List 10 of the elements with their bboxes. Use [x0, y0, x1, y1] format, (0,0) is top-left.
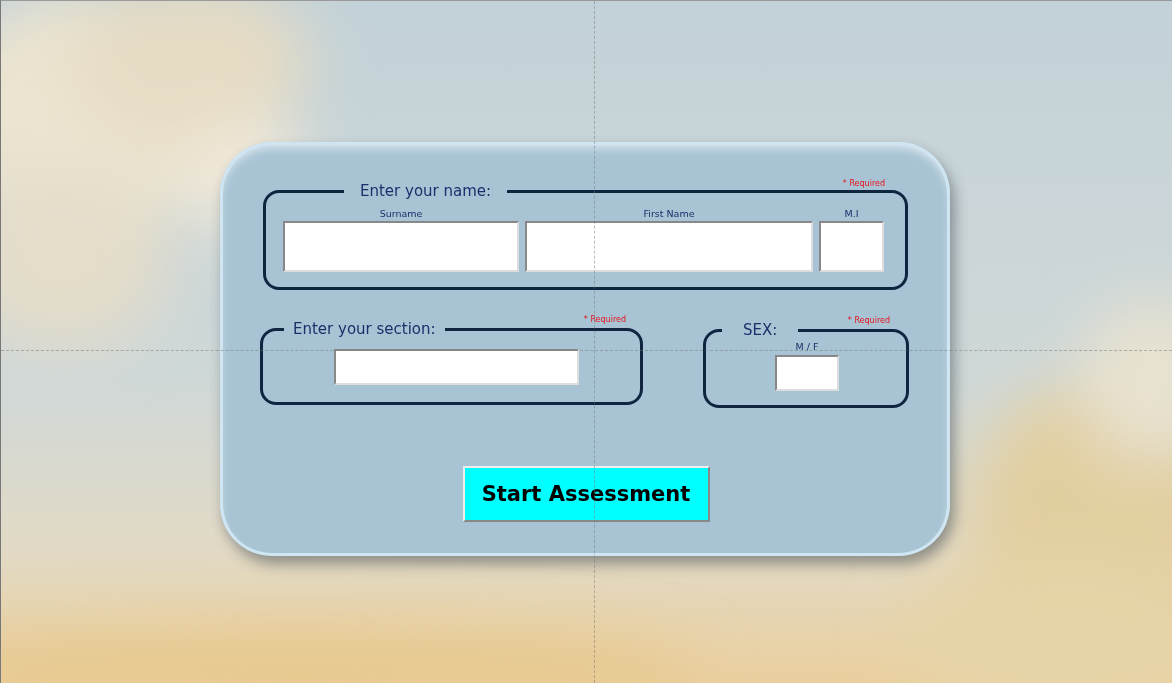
group-legend: Enter your name: — [344, 181, 508, 201]
required-note: * Required — [847, 316, 890, 326]
required-note: * Required — [583, 315, 626, 325]
field-label: M.I — [844, 208, 859, 221]
group-legend: Enter your section: — [284, 319, 445, 340]
required-note: * Required — [842, 179, 885, 188]
field-label: Surname — [379, 208, 423, 221]
field-label: First Name — [643, 208, 695, 221]
field-label: M / F — [795, 341, 819, 355]
start-assessment-button[interactable]: Start Assessment — [462, 466, 710, 522]
